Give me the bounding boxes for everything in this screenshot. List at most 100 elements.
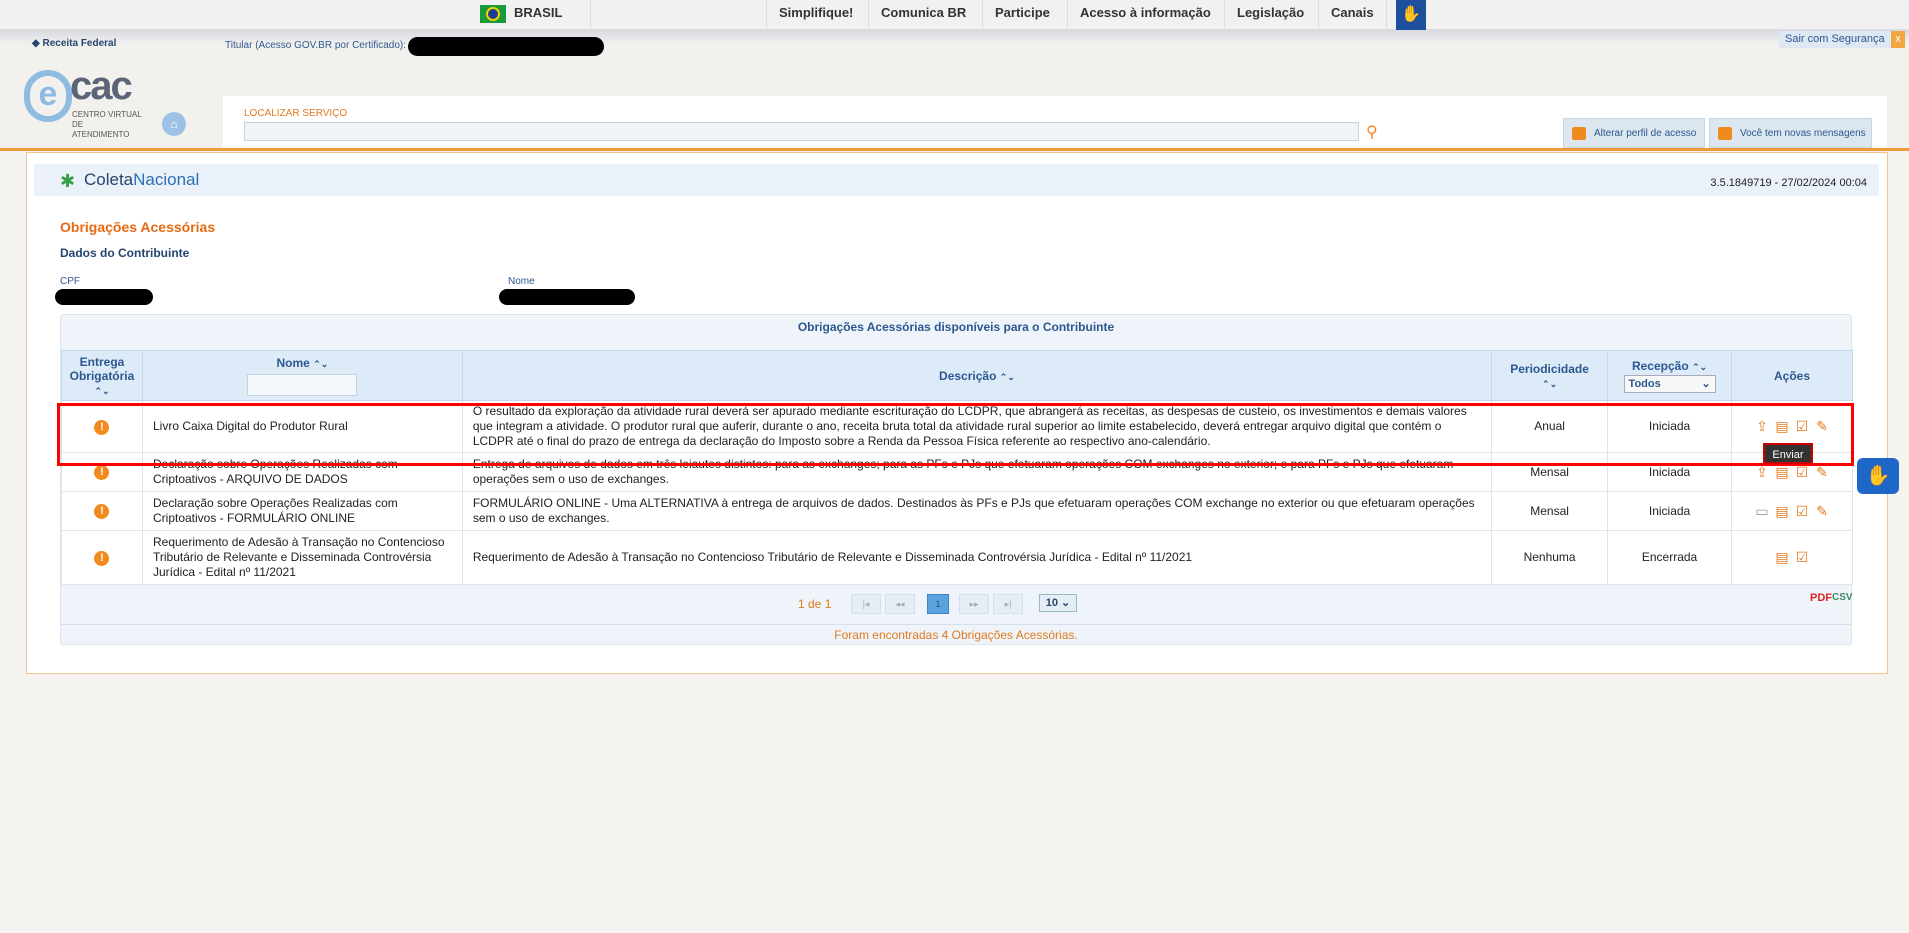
nome-label: Nome [508, 276, 535, 287]
page-size-value: 10 [1045, 597, 1058, 609]
csv-export-icon[interactable]: CSV [1832, 592, 1853, 603]
row-periodicidade: Mensal [1491, 452, 1609, 492]
link-canais[interactable]: Canais [1318, 0, 1387, 30]
obligations-table-container: Obrigações Acessórias disponíveis para o… [60, 314, 1853, 645]
link-comunica-br[interactable]: Comunica BR [868, 0, 978, 30]
first-page-button[interactable]: |◂ [851, 594, 881, 614]
entrega-header-label: Entrega Obrigatória [69, 354, 135, 383]
sort-icon[interactable]: ⌃⌄ [1692, 362, 1707, 372]
table-row[interactable]: ! Declaração sobre Operações Realizadas … [61, 452, 1853, 492]
recepcao-filter-value: Todos [1628, 377, 1661, 390]
redacted-name [408, 37, 604, 56]
row-recepcao: Iniciada [1607, 400, 1733, 453]
row-descricao: Requerimento de Adesão à Transação no Co… [461, 530, 1493, 585]
col-periodicidade[interactable]: Periodicidade ⌃⌄ [1491, 350, 1609, 401]
redacted-cpf [55, 289, 153, 305]
sort-icon[interactable]: ⌃⌄ [1542, 379, 1557, 389]
brasil-link[interactable]: BRASIL [468, 0, 590, 30]
check-document-icon[interactable]: ☑ [1795, 503, 1809, 519]
nome-filter-input[interactable] [247, 373, 358, 396]
send-icon[interactable]: ▤ [1775, 549, 1789, 565]
cpf-label: CPF [60, 276, 80, 287]
edit-check-icon[interactable]: ✎ [1815, 418, 1829, 434]
chevron-down-icon: ⌄ [1701, 377, 1711, 390]
search-input[interactable] [244, 122, 1359, 141]
row-recepcao: Encerrada [1607, 530, 1733, 585]
import-icon[interactable]: ⇪ [1755, 418, 1769, 434]
pagination: 1 de 1 |◂ ◂◂ 1 ▸▸ ▸| 10 ⌄ PDF CSV [61, 588, 1853, 622]
check-document-icon[interactable]: ☑ [1795, 549, 1809, 565]
prev-page-button[interactable]: ◂◂ [885, 594, 915, 614]
logout-close-icon[interactable]: x [1891, 31, 1905, 48]
table-row[interactable]: ! Livro Caixa Digital do Produtor Rural … [61, 400, 1853, 453]
warning-icon: ! [94, 419, 110, 435]
current-page-button[interactable]: 1 [927, 594, 949, 614]
row-recepcao: Iniciada [1607, 452, 1733, 492]
row-nome: Declaração sobre Operações Realizadas co… [141, 452, 463, 492]
edit-check-icon[interactable]: ✎ [1815, 503, 1829, 519]
messages-label: Você tem novas mensagens [1740, 128, 1866, 139]
col-descricao[interactable]: Descrição ⌃⌄ [461, 350, 1493, 401]
recepcao-filter-select[interactable]: Todos ⌄ [1623, 374, 1716, 393]
logo-subtitle: CENTRO VIRTUAL DE ATENDIMENTO [72, 110, 142, 139]
sort-icon[interactable]: ⌃⌄ [1000, 372, 1015, 382]
coleta-nacional-logo: ✱ ColetaNacional [60, 170, 199, 191]
nacional-label: Nacional [133, 170, 200, 189]
search-icon[interactable]: ⚲ [1366, 122, 1378, 142]
col-recepcao[interactable]: Recepção ⌃⌄ Todos ⌄ [1607, 350, 1733, 401]
change-profile-button[interactable]: Alterar perfil de acesso [1563, 118, 1705, 148]
sort-icon[interactable]: ⌃⌄ [94, 386, 109, 396]
nome-header-label: Nome [276, 355, 310, 370]
brand-label: Receita Federal [42, 38, 117, 49]
logout-button[interactable]: Sair com Segurança [1779, 31, 1891, 48]
row-nome: Declaração sobre Operações Realizadas co… [141, 491, 463, 531]
envelope-icon [1718, 127, 1732, 140]
col-entrega[interactable]: Entrega Obrigatória ⌃⌄ [61, 350, 143, 401]
search-label: LOCALIZAR SERVIÇO [244, 108, 348, 119]
users-icon [1572, 127, 1586, 140]
table-row[interactable]: ! Declaração sobre Operações Realizadas … [61, 491, 1853, 531]
last-page-button[interactable]: ▸| [993, 594, 1023, 614]
home-icon[interactable]: ⌂ [162, 112, 186, 136]
logo-cac: cac [70, 64, 133, 108]
titular-label: Titular (Acesso GOV.BR por Certificado): [225, 40, 406, 51]
table-row[interactable]: ! Requerimento de Adesão à Transação no … [61, 530, 1853, 585]
table-caption: Obrigações Acessórias disponíveis para o… [797, 320, 1115, 334]
col-acoes: Ações [1731, 350, 1853, 401]
check-document-icon[interactable]: ☑ [1795, 418, 1809, 434]
results-count: Foram encontradas 4 Obrigações Acessória… [61, 624, 1851, 644]
mandatory-cell: ! [61, 452, 143, 492]
row-periodicidade: Anual [1491, 400, 1609, 453]
coleta-logo-icon: ✱ [60, 170, 76, 191]
import-icon[interactable]: ⇪ [1755, 464, 1769, 480]
link-legislacao[interactable]: Legislação [1224, 0, 1316, 30]
link-simplifique[interactable]: Simplifique! [766, 0, 865, 30]
send-icon[interactable]: ▤ [1775, 418, 1789, 434]
link-participe[interactable]: Participe [982, 0, 1062, 30]
redacted-nome [499, 289, 635, 305]
messages-button[interactable]: Você tem novas mensagens [1709, 118, 1872, 148]
receita-federal-logo: ◆ Receita Federal [32, 38, 117, 49]
edit-check-icon[interactable]: ✎ [1815, 464, 1829, 480]
col-nome[interactable]: Nome ⌃⌄ [141, 350, 463, 401]
next-page-button[interactable]: ▸▸ [959, 594, 989, 614]
enviar-tooltip: Enviar [1763, 443, 1813, 464]
row-periodicidade: Mensal [1491, 491, 1609, 531]
link-acesso-informacao[interactable]: Acesso à informação [1067, 0, 1223, 30]
obligations-table: Entrega Obrigatória ⌃⌄ Nome ⌃⌄ Descrição … [61, 350, 1853, 585]
accessibility-hand-icon[interactable]: ✋ [1857, 458, 1899, 494]
row-nome: Requerimento de Adesão à Transação no Co… [141, 530, 463, 585]
sort-icon[interactable]: ⌃⌄ [313, 359, 328, 369]
warning-icon: ! [94, 550, 110, 566]
row-actions: ▤ ☑ [1731, 530, 1853, 585]
form-icon[interactable]: ▭ [1755, 503, 1769, 519]
send-icon[interactable]: ▤ [1775, 503, 1789, 519]
mandatory-cell: ! [61, 530, 143, 585]
ecac-logo: e cac CENTRO VIRTUAL DE ATENDIMENTO [24, 64, 144, 140]
pdf-export-icon[interactable]: PDF [1810, 592, 1832, 604]
accessibility-hand-icon[interactable]: ✋ [1396, 0, 1426, 30]
coleta-label: Coleta [84, 170, 134, 189]
page-size-select[interactable]: 10 ⌄ [1039, 594, 1077, 612]
logo-e: e [24, 70, 72, 122]
warning-icon: ! [94, 504, 110, 519]
